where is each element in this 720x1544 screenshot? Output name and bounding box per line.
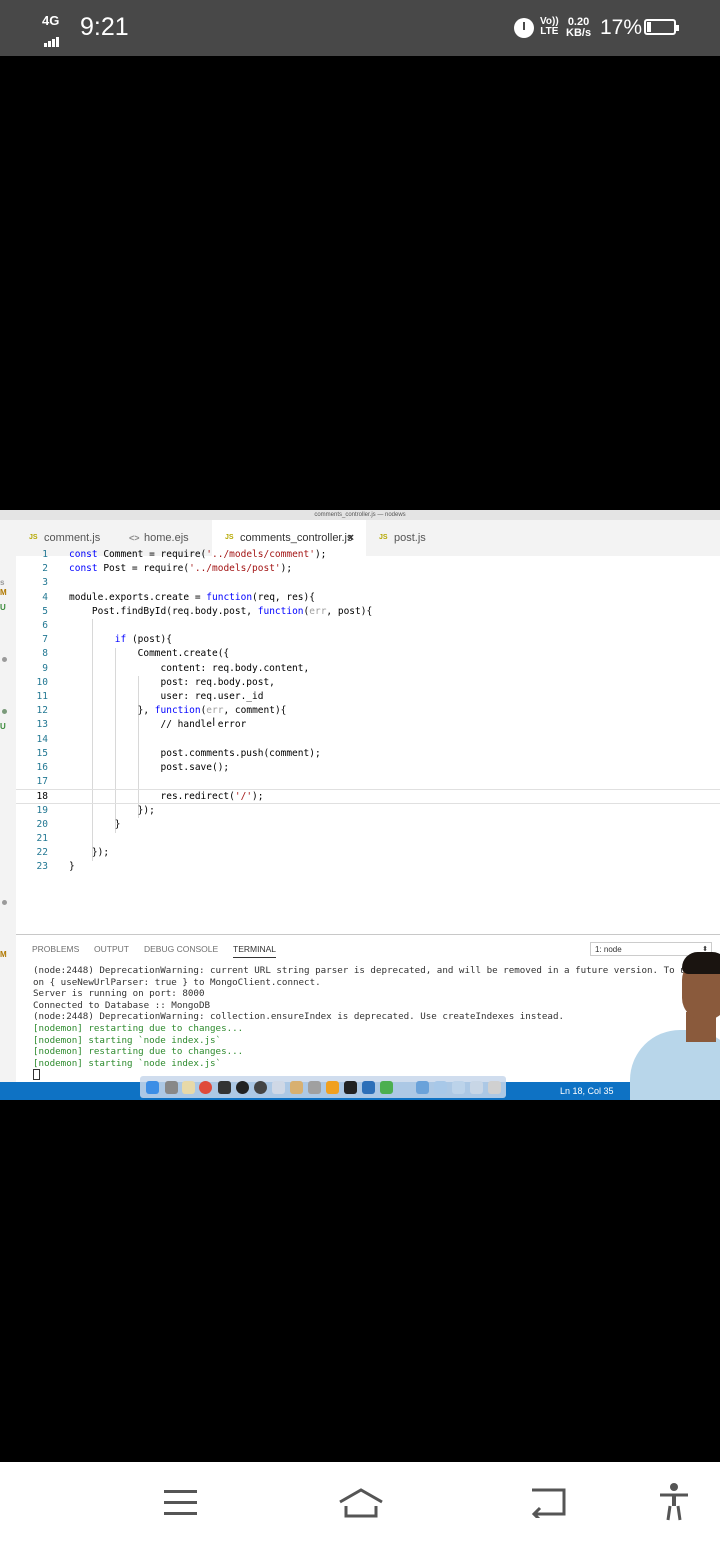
window-title: comments_controller.js — nodews [0,510,720,520]
back-icon[interactable] [530,1486,568,1518]
code-text: Post.findById(req.body.post, function(er… [69,605,373,617]
webcam-overlay [612,950,720,1100]
code-line: 19 }); [36,804,155,816]
code-line: 17 [36,776,48,788]
cursor-position[interactable]: Ln 18, Col 35 [560,1082,614,1100]
status-dot-icon [2,709,7,714]
tab-debug-console[interactable]: DEBUG CONSOLE [144,941,218,957]
folder-icon[interactable] [416,1081,429,1094]
tab-label: home.ejs [144,532,189,544]
git-marker: M [0,588,7,597]
terminal-line: [nodemon] starting `node index.js` [33,1034,222,1046]
tab-output[interactable]: OUTPUT [94,941,129,957]
code-line: 7 if (post){ [16,633,720,647]
home-icon[interactable] [338,1486,384,1520]
git-marker: M [0,950,7,959]
vscode-icon[interactable] [362,1081,375,1094]
battery-icon [644,19,679,35]
code-line: 5 Post.findById(req.body.post, function(… [16,605,720,619]
terminal-app-icon[interactable] [344,1081,357,1094]
code-text: module.exports.create = function(req, re… [69,591,315,603]
code-line: 2 const Post = require('../models/post'); [16,562,720,576]
terminal-line: (node:2448) DeprecationWarning: collecti… [33,1011,565,1023]
tab-label: post.js [394,532,426,544]
safari-icon[interactable] [236,1081,249,1094]
code-line: 13 // handle error [36,719,247,731]
terminal-line: [nodemon] starting `node index.js` [33,1057,222,1069]
code-line: 20 } [36,818,121,830]
tab-label: comments_controller.js [240,532,353,544]
terminal-output[interactable]: (node:2448) DeprecationWarning: current … [33,965,713,1081]
code-text: const Comment = require('../models/comme… [69,549,327,560]
macos-dock [140,1076,506,1098]
camera-icon[interactable] [218,1081,231,1094]
code-editor[interactable]: 1 const Comment = require('../models/comm… [16,548,720,933]
video-frame-editor: comments_controller.js — nodews JS comme… [0,510,720,1100]
status-dot-icon [2,900,7,905]
settings-icon[interactable] [290,1081,303,1094]
tab-problems[interactable]: PROBLEMS [32,941,79,957]
current-code-line: 18 res.redirect('/'); [16,789,720,804]
sublime-icon[interactable] [326,1081,339,1094]
terminal-cursor [33,1069,40,1081]
terminal-line: [nodemon] restarting due to changes... [33,1046,244,1058]
code-line: 10 post: req.body.post, [36,676,275,688]
network-type: 4G [42,13,60,28]
terminal-line: Server is running on port: 8000 [33,988,205,1000]
code-text: const Post = require('../models/post'); [69,563,293,575]
explorer-sidebar-edge: s M U U M [0,556,16,1100]
code-line: 8 Comment.create({ [42,648,230,660]
chrome-icon[interactable] [199,1081,212,1094]
code-line: 4 module.exports.create = function(req, r… [16,591,720,605]
preview-icon[interactable] [272,1081,285,1094]
terminal-line: Connected to Database :: MongoDB [33,999,211,1011]
obs-icon[interactable] [254,1081,267,1094]
code-line: 21 [36,833,48,844]
battery-percent: 17% [600,16,643,39]
tab-terminal[interactable]: TERMINAL [233,941,276,958]
code-line: 16 post.save(); [36,762,230,773]
code-text: res.redirect('/'); [69,791,264,803]
volte-indicator: Vo)) LTE [540,16,559,37]
code-text: }, function(err, comment){ [69,705,287,717]
tab-label: comment.js [44,532,101,544]
folder-icon[interactable] [452,1081,465,1094]
git-marker: U [0,722,6,731]
code-line: 6 [42,620,48,631]
panel-divider [16,934,720,935]
text-cursor-icon: I [212,715,216,729]
code-line: 14 [36,733,48,745]
network-speed: 0.20 KB/s [566,16,592,39]
code-line: 9 content: req.body.content, [42,662,310,674]
android-nav-bar [0,1462,720,1544]
folder-icon[interactable] [434,1081,447,1094]
git-marker: U [0,603,6,612]
clock: 9:21 [80,13,129,41]
signal-icon [44,29,60,47]
git-marker: s [0,578,5,587]
terminal-line: [nodemon] restarting due to changes... [33,1022,244,1034]
trash-icon[interactable] [488,1081,501,1094]
alarm-icon [514,18,534,38]
code-line: 1 const Comment = require('../models/comm… [16,548,720,562]
code-line: 11 user: req.user._id [36,691,264,702]
terminal-line: on { useNewUrlParser: true } to MongoCli… [33,976,321,988]
android-icon[interactable] [380,1081,393,1094]
terminal-line: (node:2448) DeprecationWarning: current … [33,965,692,976]
folder-icon[interactable] [470,1081,483,1094]
launchpad-icon[interactable] [165,1081,178,1094]
code-line: 15 post.comments.push(comment); [36,747,321,759]
status-dot-icon [2,657,7,662]
code-line: 12 }, function(err, comment){ [16,704,720,718]
code-line: 22 }); [36,847,110,859]
menu-icon[interactable] [164,1490,197,1516]
android-status-bar: 4G 9:21 Vo)) LTE 0.20 KB/s 17% [0,0,720,56]
app-icon[interactable] [308,1081,321,1094]
code-line: 3 [42,577,48,589]
notes-icon[interactable] [182,1081,195,1094]
accessibility-icon[interactable] [658,1482,690,1522]
finder-icon[interactable] [146,1081,159,1094]
code-line: 23} [36,861,75,873]
code-text: if (post){ [114,634,172,646]
